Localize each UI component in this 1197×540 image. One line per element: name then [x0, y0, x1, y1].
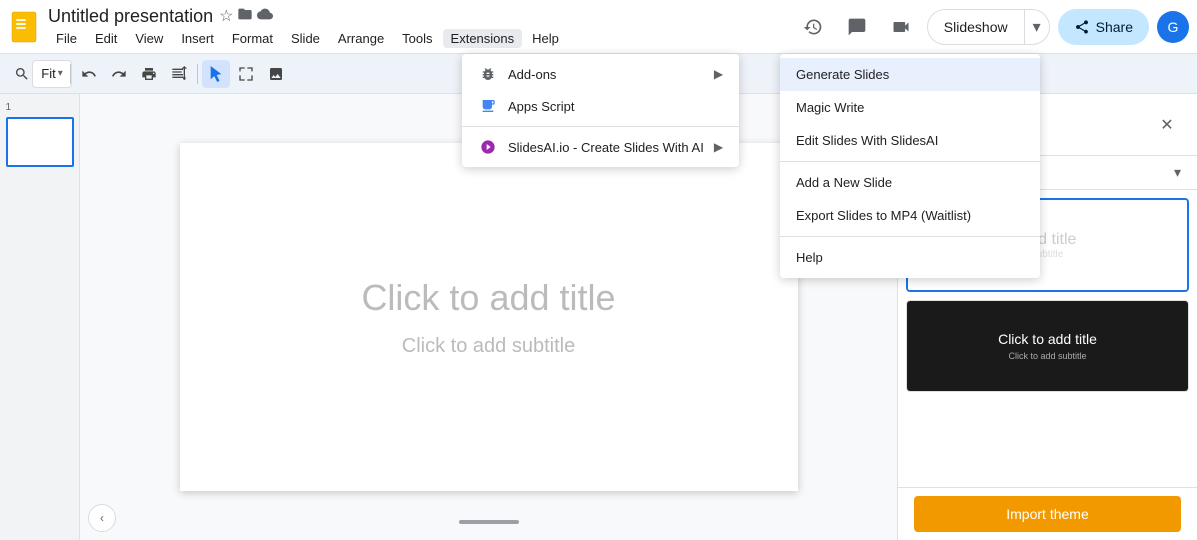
slidesai-submenu: Generate Slides Magic Write Edit Slides … [780, 54, 1040, 278]
submenu-help[interactable]: Help [780, 241, 1040, 274]
submenu-add-new-slide[interactable]: Add a New Slide [780, 166, 1040, 199]
submenu-edit-slides[interactable]: Edit Slides With SlidesAI [780, 124, 1040, 157]
add-ons-label: Add-ons [508, 67, 556, 82]
menu-item-apps-script[interactable]: Apps Script [462, 90, 739, 122]
add-ons-arrow-icon: ▶ [714, 67, 723, 81]
submenu-divider-2 [780, 236, 1040, 237]
extensions-menu: Add-ons ▶ Apps Script SlidesAI.io - Crea… [462, 54, 739, 167]
submenu-generate-slides[interactable]: Generate Slides [780, 58, 1040, 91]
menu-item-add-ons[interactable]: Add-ons ▶ [462, 58, 739, 90]
apps-script-icon [478, 98, 498, 114]
add-ons-icon [478, 66, 498, 82]
submenu-divider [780, 161, 1040, 162]
submenu-magic-write[interactable]: Magic Write [780, 91, 1040, 124]
slidesai-arrow-icon: ▶ [714, 140, 723, 154]
submenu-export-slides[interactable]: Export Slides to MP4 (Waitlist) [780, 199, 1040, 232]
menu-item-slidesai[interactable]: SlidesAI.io - Create Slides With AI ▶ [462, 131, 739, 163]
ext-menu-divider [462, 126, 739, 127]
apps-script-label: Apps Script [508, 99, 574, 114]
slidesai-icon [478, 139, 498, 155]
slidesai-label: SlidesAI.io - Create Slides With AI [508, 140, 704, 155]
